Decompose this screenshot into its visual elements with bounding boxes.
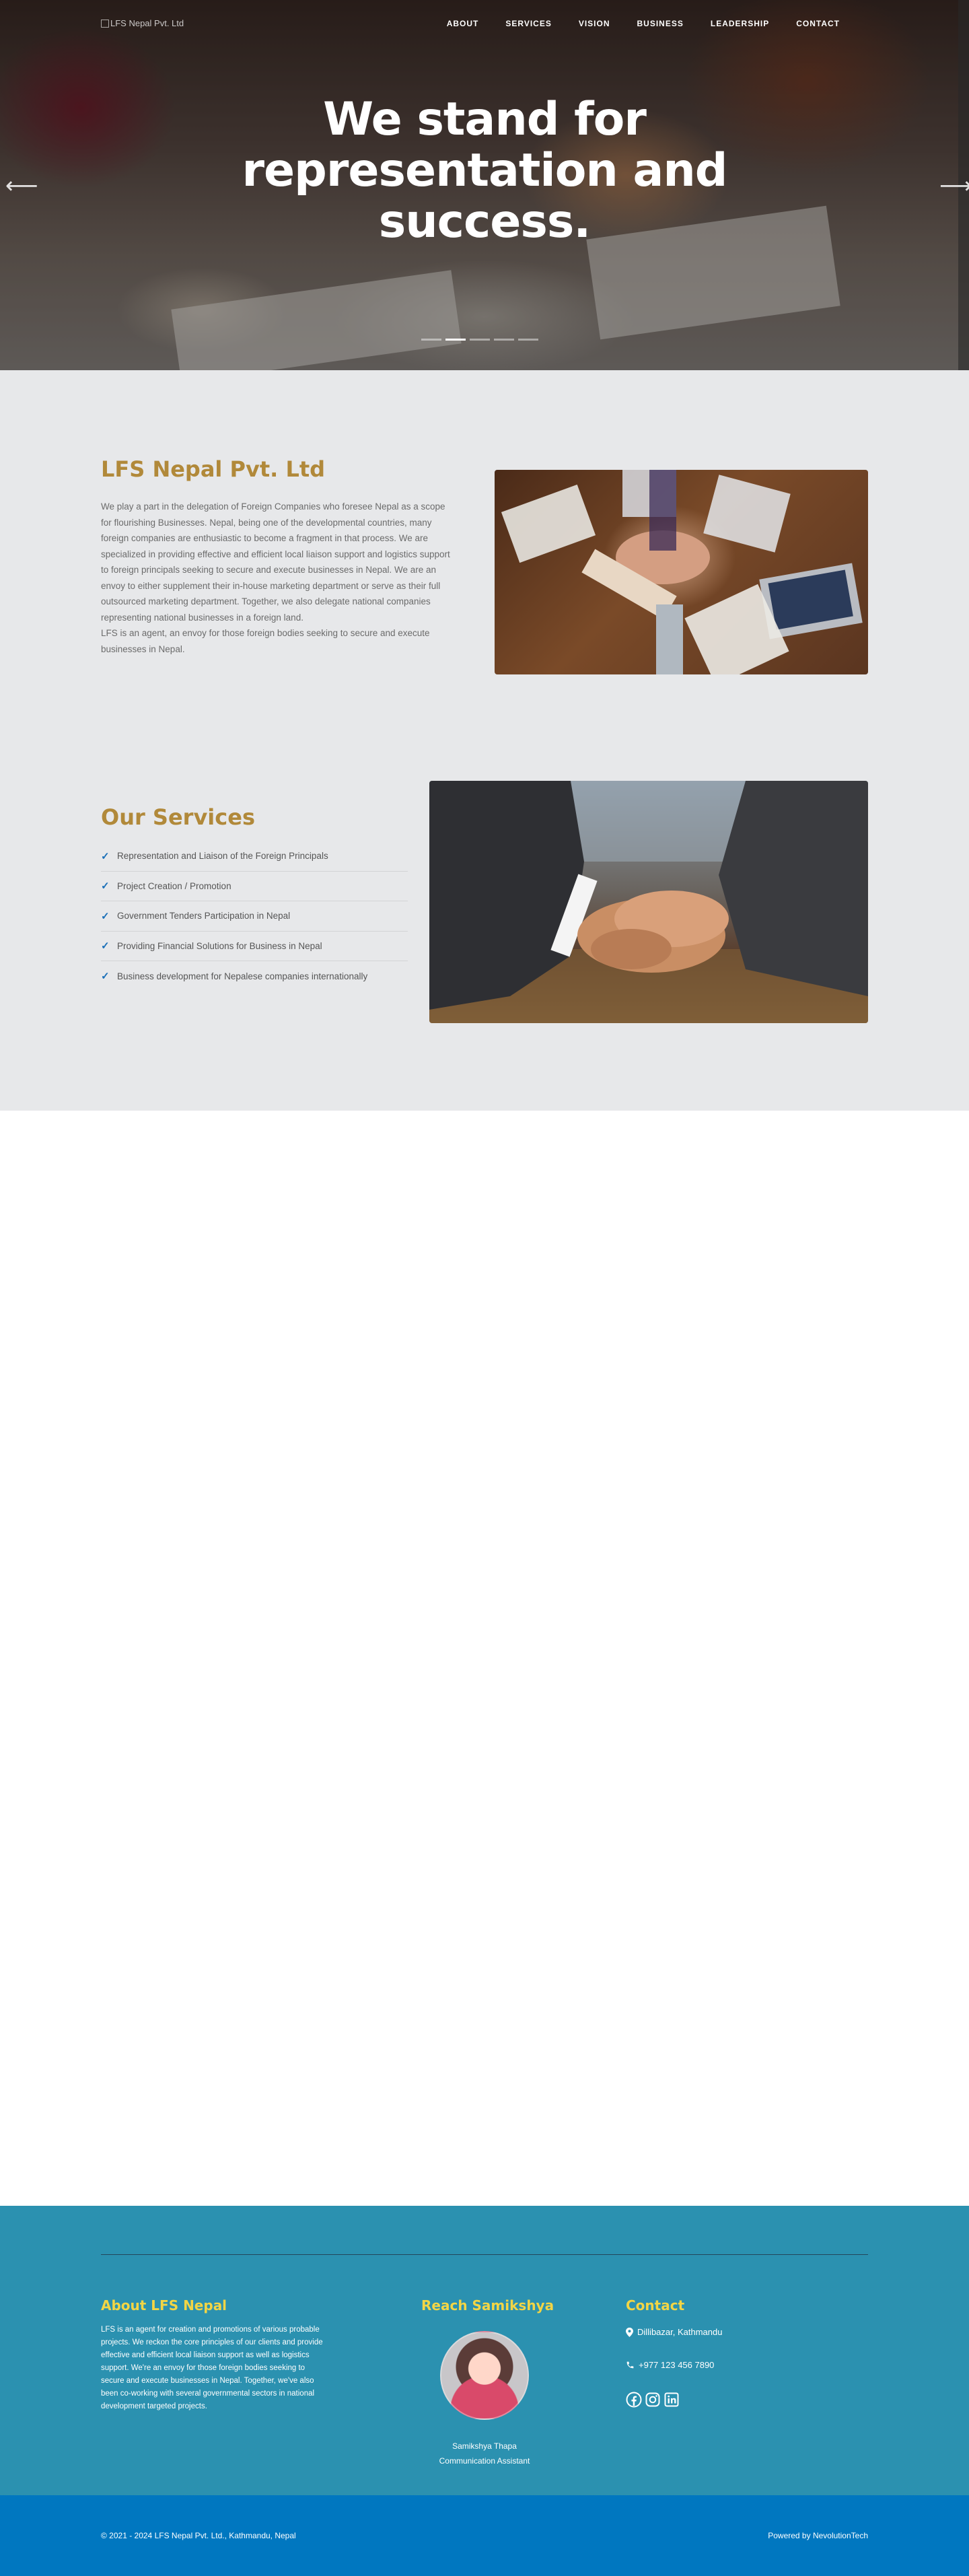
facebook-icon[interactable] — [626, 2392, 642, 2408]
list-item: ✓ Representation and Liaison of the Fore… — [101, 841, 408, 872]
services-list: ✓ Representation and Liaison of the Fore… — [101, 841, 408, 991]
navbar: LFS Nepal Pvt. Ltd ABOUT SERVICES VISION… — [0, 0, 969, 48]
footer-about-title: About LFS Nepal — [101, 2297, 227, 2313]
service-label: Project Creation / Promotion — [117, 880, 231, 891]
check-icon: ✓ — [101, 880, 110, 893]
list-item: ✓ Government Tenders Participation in Ne… — [101, 901, 408, 932]
instagram-icon[interactable] — [645, 2392, 661, 2408]
check-icon: ✓ — [101, 910, 110, 922]
broken-image-icon — [101, 19, 109, 28]
service-label: Government Tenders Participation in Nepa… — [117, 911, 291, 921]
phone-text: +977 123 456 7890 — [639, 2360, 715, 2370]
arrow-right-icon[interactable]: ⟶ — [939, 174, 969, 198]
services-title: Our Services — [101, 804, 255, 830]
about-paragraph: We play a part in the delegation of Fore… — [101, 501, 450, 623]
teamwork-photo-art — [501, 470, 863, 674]
handshake-photo-art — [429, 781, 868, 1023]
about-paragraph: LFS is an agent, an envoy for those fore… — [101, 628, 430, 654]
carousel-indicator[interactable] — [494, 339, 514, 341]
hero-carousel: LFS Nepal Pvt. Ltd ABOUT SERVICES VISION… — [0, 0, 969, 370]
footer-contact-title: Contact — [626, 2297, 685, 2313]
list-item: ✓ Providing Financial Solutions for Busi… — [101, 932, 408, 961]
logo[interactable]: LFS Nepal Pvt. Ltd — [101, 18, 184, 28]
about-services-section: LFS Nepal Pvt. Ltd We play a part in the… — [0, 370, 969, 1111]
nav-link-about[interactable]: ABOUT — [447, 19, 479, 28]
carousel-indicator[interactable] — [421, 339, 441, 341]
check-icon: ✓ — [101, 850, 110, 862]
carousel-indicator-active[interactable] — [445, 339, 466, 341]
service-label: Representation and Liaison of the Foreig… — [117, 851, 328, 862]
carousel-indicator[interactable] — [518, 339, 538, 341]
avatar — [440, 2331, 529, 2420]
hero-headline: We stand for representation and success. — [242, 93, 728, 248]
nav-link-services[interactable]: SERVICES — [505, 19, 551, 28]
bottom-bar: © 2021 - 2024 LFS Nepal Pvt. Ltd., Kathm… — [0, 2495, 969, 2576]
list-item: ✓ Business development for Nepalese comp… — [101, 961, 408, 991]
nav-link-business[interactable]: BUSINESS — [637, 19, 684, 28]
service-label: Business development for Nepalese compan… — [117, 971, 368, 981]
service-label: Providing Financial Solutions for Busine… — [117, 940, 322, 951]
logo-alt-text: LFS Nepal Pvt. Ltd — [110, 18, 184, 28]
footer-about-text: LFS is an agent for creation and promoti… — [101, 2326, 323, 2410]
powered-by-link[interactable]: Powered by NevolutionTech — [768, 2531, 868, 2540]
carousel-indicators — [421, 339, 538, 341]
footer-reach-title: Reach Samikshya — [421, 2297, 554, 2313]
teamwork-photo — [495, 470, 868, 674]
check-icon: ✓ — [101, 940, 110, 952]
carousel-indicator[interactable] — [470, 339, 490, 341]
copyright-text: © 2021 - 2024 LFS Nepal Pvt. Ltd., Kathm… — [101, 2531, 296, 2540]
about-title: LFS Nepal Pvt. Ltd — [101, 456, 326, 482]
contact-address: Dillibazar, Kathmandu — [626, 2327, 722, 2337]
nav-link-contact[interactable]: CONTACT — [796, 19, 840, 28]
handshake-photo — [429, 781, 868, 1023]
phone-icon — [626, 2361, 634, 2369]
footer: About LFS Nepal LFS is an agent for crea… — [0, 2206, 969, 2495]
arrow-left-icon[interactable]: ⟵ — [5, 174, 38, 198]
nav-link-vision[interactable]: VISION — [579, 19, 610, 28]
nav-menu: ABOUT SERVICES VISION BUSINESS LEADERSHI… — [447, 19, 840, 28]
map-marker-icon — [626, 2327, 633, 2337]
footer-divider — [101, 2254, 868, 2255]
social-links — [626, 2392, 680, 2408]
about-text: We play a part in the delegation of Fore… — [101, 499, 454, 657]
empty-content-area — [0, 1111, 969, 2206]
contact-phone[interactable]: +977 123 456 7890 — [626, 2360, 714, 2370]
person-name: Samikshya Thapa — [452, 2441, 517, 2451]
list-item: ✓ Project Creation / Promotion — [101, 872, 408, 901]
linkedin-icon[interactable] — [663, 2392, 680, 2408]
address-text: Dillibazar, Kathmandu — [637, 2327, 723, 2337]
nav-link-leadership[interactable]: LEADERSHIP — [711, 19, 769, 28]
person-role: Communication Assistant — [439, 2456, 530, 2466]
check-icon: ✓ — [101, 971, 110, 983]
contact-person: Samikshya Thapa Communication Assistant — [404, 2439, 565, 2468]
